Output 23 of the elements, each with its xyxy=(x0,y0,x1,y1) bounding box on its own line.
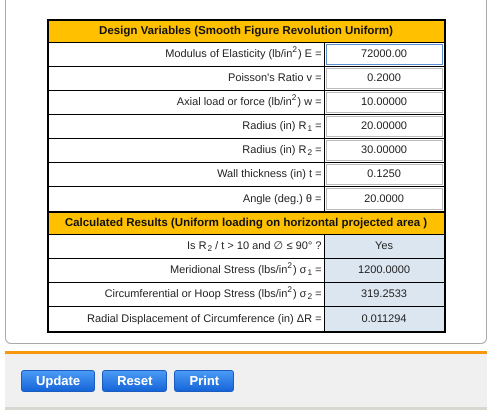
field-label: Angle (deg.) θ = xyxy=(48,187,324,211)
result-value: Yes xyxy=(324,235,444,258)
action-button[interactable]: Reset xyxy=(102,370,168,392)
action-button[interactable]: Print xyxy=(174,370,234,392)
result-value: 1200.0000 xyxy=(324,259,444,282)
input-field[interactable]: 10.00000 xyxy=(326,92,442,113)
field-label: Radius (in) R$_{2}$ = xyxy=(48,139,324,162)
input-field[interactable]: 20.0000 xyxy=(326,188,442,210)
input-field[interactable]: 0.2000 xyxy=(326,68,442,89)
input-field[interactable]: 72000.00 xyxy=(326,44,442,65)
result-value: 319.2533 xyxy=(324,283,444,306)
field-label: Axial load or force (lb/in$^{2}$) w = xyxy=(48,91,324,114)
field-label: Poisson's Ratio v = xyxy=(48,67,324,90)
action-button[interactable]: Update xyxy=(21,370,96,392)
input-field[interactable]: 30.00000 xyxy=(326,140,442,161)
input-field[interactable]: 0.1250 xyxy=(326,164,442,185)
section-header: Calculated Results (Uniform loading on horizontal projected area ) xyxy=(48,213,444,235)
section-header: Design Variables (Smooth Figure Revolution Uniform) xyxy=(48,21,444,43)
field-label: Wall thickness (in) t = xyxy=(48,163,324,186)
result-value: 0.011294 xyxy=(324,307,444,331)
field-label: Modulus of Elasticity (lb/in$^{2}$) E = xyxy=(48,43,324,66)
field-label: Radius (in) R$_{1}$ = xyxy=(48,115,324,138)
input-field[interactable]: 20.00000 xyxy=(326,116,442,137)
